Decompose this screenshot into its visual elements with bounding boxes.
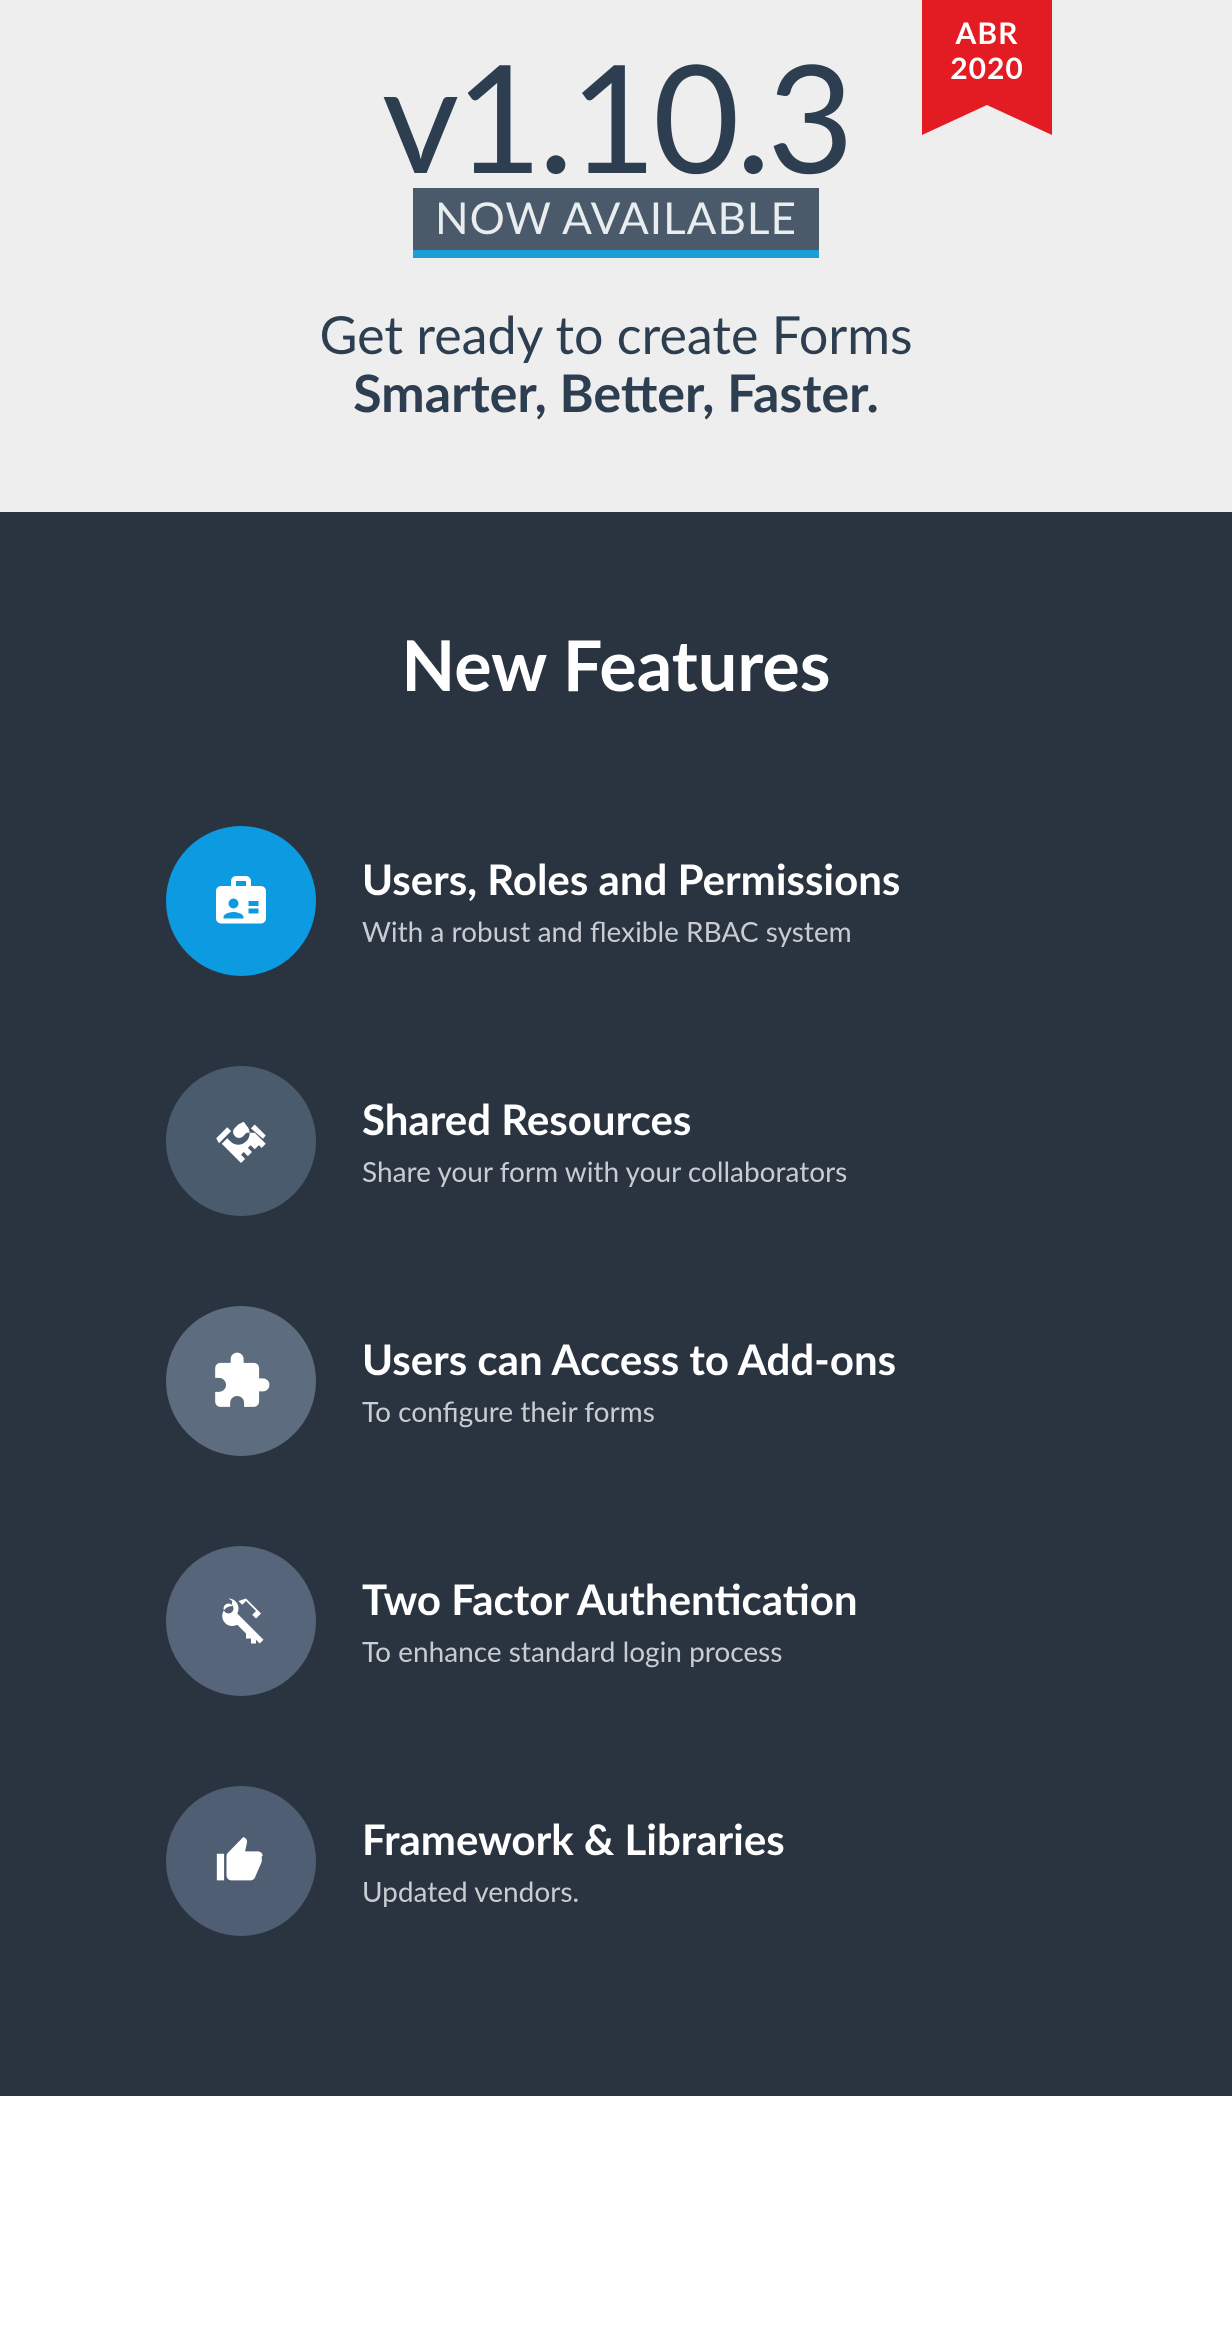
feature-text: Shared Resources Share your form with yo… <box>362 1094 847 1188</box>
feature-text: Two Factor Authentication To enhance sta… <box>362 1574 858 1668</box>
date-ribbon: ABR 2020 <box>922 0 1052 105</box>
feature-title: Shared Resources <box>362 1094 847 1144</box>
availability-badge: NOW AVAILABLE <box>413 188 819 250</box>
feature-list: Users, Roles and Permissions With a robu… <box>166 826 1066 1936</box>
tagline: Get ready to create Forms Smarter, Bette… <box>0 306 1232 422</box>
feature-text: Users can Access to Add-ons To configure… <box>362 1334 896 1428</box>
availability-badge-wrap: NOW AVAILABLE <box>413 188 819 258</box>
id-badge-icon <box>166 826 316 976</box>
feature-text: Framework & Libraries Updated vendors. <box>362 1814 785 1908</box>
puzzle-icon <box>166 1306 316 1456</box>
features-heading: New Features <box>0 622 1232 706</box>
feature-title: Users can Access to Add-ons <box>362 1334 896 1384</box>
feature-text: Users, Roles and Permissions With a robu… <box>362 854 900 948</box>
thumbs-up-icon <box>166 1786 316 1936</box>
feature-title: Users, Roles and Permissions <box>362 854 900 904</box>
handshake-icon <box>166 1066 316 1216</box>
feature-item: Shared Resources Share your form with yo… <box>166 1066 1066 1216</box>
feature-item: Two Factor Authentication To enhance sta… <box>166 1546 1066 1696</box>
tagline-line-1: Get ready to create Forms <box>0 306 1232 364</box>
feature-desc: With a robust and flexible RBAC system <box>362 914 900 948</box>
feature-desc: Updated vendors. <box>362 1874 785 1908</box>
feature-desc: To enhance standard login process <box>362 1634 858 1668</box>
feature-item: Users, Roles and Permissions With a robu… <box>166 826 1066 976</box>
feature-item: Framework & Libraries Updated vendors. <box>166 1786 1066 1936</box>
feature-item: Users can Access to Add-ons To configure… <box>166 1306 1066 1456</box>
feature-title: Two Factor Authentication <box>362 1574 858 1624</box>
feature-desc: To configure their forms <box>362 1394 896 1428</box>
features-section: New Features Users, Roles and Permission… <box>0 512 1232 2096</box>
hero-section: ABR 2020 v1.10.3 NOW AVAILABLE Get ready… <box>0 0 1232 512</box>
feature-desc: Share your form with your collaborators <box>362 1154 847 1188</box>
ribbon-year: 2020 <box>922 51 1052 86</box>
tagline-line-2: Smarter, Better, Faster. <box>0 364 1232 422</box>
key-icon <box>166 1546 316 1696</box>
ribbon-month: ABR <box>922 16 1052 51</box>
feature-title: Framework & Libraries <box>362 1814 785 1864</box>
